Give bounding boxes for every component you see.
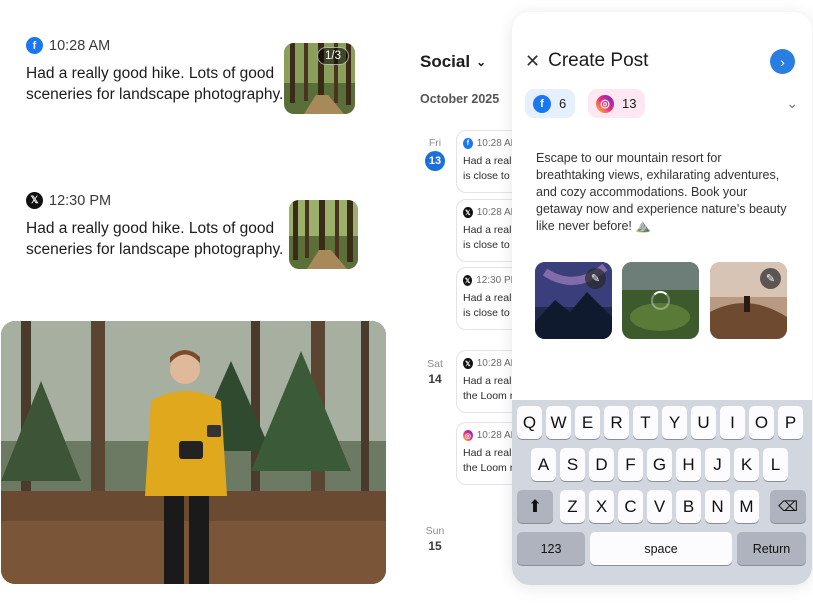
key-u[interactable]: U bbox=[691, 406, 716, 439]
chevron-down-icon[interactable]: ⌄ bbox=[786, 95, 798, 112]
post-thumbnail[interactable] bbox=[289, 200, 358, 269]
loading-spinner-icon bbox=[651, 291, 670, 310]
calendar-title[interactable]: Social ⌄ bbox=[420, 52, 486, 72]
hiker-image bbox=[1, 321, 386, 584]
calendar-month: October 2025 bbox=[420, 92, 500, 106]
key-h[interactable]: H bbox=[676, 448, 701, 481]
facebook-icon: f bbox=[26, 37, 43, 54]
key-k[interactable]: K bbox=[734, 448, 759, 481]
pencil-icon[interactable]: ✎ bbox=[760, 268, 781, 289]
post-time: 10:28 AM bbox=[49, 37, 111, 54]
key-x[interactable]: X bbox=[589, 490, 614, 523]
instagram-icon: ◎ bbox=[463, 430, 473, 441]
shift-key[interactable]: ⬆ bbox=[517, 490, 553, 523]
hiker-photo bbox=[1, 321, 386, 584]
key-o[interactable]: O bbox=[749, 406, 774, 439]
return-key[interactable]: Return bbox=[737, 532, 806, 565]
post-text: Had a really good hike. Lots of good sce… bbox=[26, 220, 284, 258]
key-w[interactable]: W bbox=[546, 406, 571, 439]
image-counter: 1/3 bbox=[317, 47, 349, 65]
attachment-thumbnail[interactable]: ✎ bbox=[710, 262, 787, 339]
close-icon[interactable]: ✕ bbox=[525, 51, 540, 72]
backspace-key[interactable]: ⌫ bbox=[770, 490, 806, 523]
attachment-thumbnail[interactable] bbox=[622, 262, 699, 339]
key-s[interactable]: S bbox=[560, 448, 585, 481]
facebook-icon: f bbox=[463, 138, 473, 149]
account-chip-facebook[interactable]: f 6 bbox=[525, 89, 576, 118]
x-icon: 𝕏 bbox=[463, 358, 473, 369]
x-icon: 𝕏 bbox=[26, 192, 43, 209]
calendar-day[interactable]: Sat 14 bbox=[424, 358, 446, 386]
post-text: Had a really good hike. Lots of good sce… bbox=[26, 65, 284, 103]
pencil-icon[interactable]: ✎ bbox=[585, 268, 606, 289]
account-count: 13 bbox=[622, 96, 637, 111]
key-i[interactable]: I bbox=[720, 406, 745, 439]
calendar-day[interactable]: Fri 13 bbox=[424, 137, 446, 171]
post-caption[interactable]: Escape to our mountain resort for breath… bbox=[536, 150, 791, 235]
shift-icon: ⬆ bbox=[527, 496, 543, 516]
key-v[interactable]: V bbox=[647, 490, 672, 523]
key-p[interactable]: P bbox=[778, 406, 803, 439]
key-l[interactable]: L bbox=[763, 448, 788, 481]
key-m[interactable]: M bbox=[734, 490, 759, 523]
attachment-thumbnail[interactable]: ✎ bbox=[535, 262, 612, 339]
key-y[interactable]: Y bbox=[662, 406, 687, 439]
key-q[interactable]: Q bbox=[517, 406, 542, 439]
key-g[interactable]: G bbox=[647, 448, 672, 481]
backspace-icon: ⌫ bbox=[778, 498, 798, 514]
key-t[interactable]: T bbox=[633, 406, 658, 439]
calendar-day[interactable]: Sun 15 bbox=[424, 525, 446, 553]
forest-image bbox=[289, 200, 358, 269]
instagram-icon: ◎ bbox=[596, 94, 614, 113]
post-thumbnail[interactable]: 1/3 bbox=[284, 43, 355, 114]
chevron-down-icon: ⌄ bbox=[476, 55, 487, 69]
key-e[interactable]: E bbox=[575, 406, 600, 439]
post-time: 12:30 PM bbox=[49, 192, 112, 209]
account-count: 6 bbox=[559, 96, 567, 111]
panel-title: Create Post bbox=[548, 50, 649, 71]
next-button[interactable]: › bbox=[770, 49, 795, 74]
on-screen-keyboard: Q W E R T Y U I O P A S D F G H J K L ⬆ … bbox=[512, 400, 812, 585]
key-z[interactable]: Z bbox=[560, 490, 585, 523]
numbers-key[interactable]: 123 bbox=[517, 532, 585, 565]
key-a[interactable]: A bbox=[531, 448, 556, 481]
key-b[interactable]: B bbox=[676, 490, 701, 523]
chevron-right-icon: › bbox=[780, 53, 785, 70]
feed-post[interactable]: 𝕏 12:30 PM Had a really good hike. Lots … bbox=[26, 192, 286, 260]
feed-post[interactable]: f 10:28 AM Had a really good hike. Lots … bbox=[26, 37, 286, 105]
account-chip-instagram[interactable]: ◎ 13 bbox=[588, 89, 646, 118]
key-d[interactable]: D bbox=[589, 448, 614, 481]
create-post-panel: ✕ Create Post › f 6 ◎ 13 ⌄ Escape to our… bbox=[512, 12, 812, 585]
facebook-icon: f bbox=[533, 94, 551, 113]
key-n[interactable]: N bbox=[705, 490, 730, 523]
x-icon: 𝕏 bbox=[463, 275, 473, 286]
key-j[interactable]: J bbox=[705, 448, 730, 481]
key-c[interactable]: C bbox=[618, 490, 643, 523]
key-r[interactable]: R bbox=[604, 406, 629, 439]
space-key[interactable]: space bbox=[590, 532, 732, 565]
key-f[interactable]: F bbox=[618, 448, 643, 481]
x-icon: 𝕏 bbox=[463, 207, 473, 218]
